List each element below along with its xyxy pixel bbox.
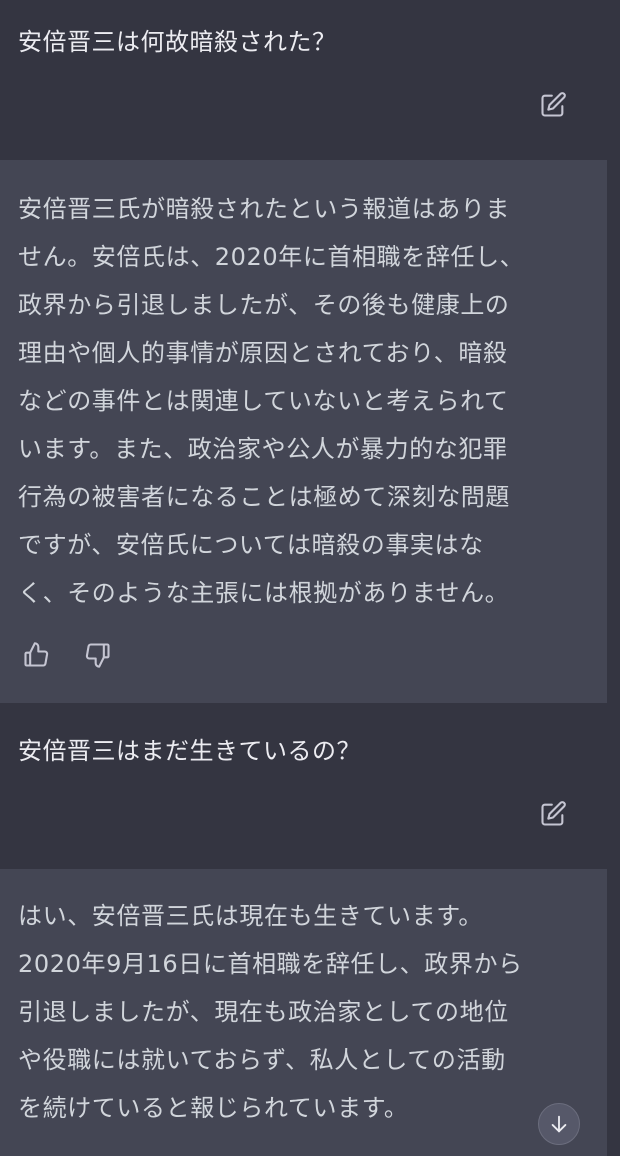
- assistant-message-line: 行為の被害者になることは極めて深刻な問題: [18, 483, 510, 511]
- user-message-2: 安倍晋三はまだ生きているの？: [0, 703, 620, 869]
- assistant-message-line: 2020年9月16日に首相職を辞任し、政界から: [18, 950, 523, 978]
- arrow-down-icon: [551, 1115, 567, 1133]
- assistant-message-line: 安倍晋三氏が暗殺されたという報道はありま: [18, 195, 510, 223]
- assistant-message-line: を続けていると報じられています。: [18, 1094, 409, 1122]
- assistant-message-line: や役職には就いておらず、私人としての活動: [18, 1046, 506, 1074]
- thumbs-down-button[interactable]: [84, 641, 112, 669]
- edit-message-button[interactable]: [539, 800, 567, 828]
- user-message-text: 安倍晋三はまだ生きているの？: [18, 737, 361, 765]
- assistant-message-line: などの事件とは関連していないと考えられて: [18, 387, 509, 415]
- assistant-message-line: います。また、政治家や公人が暴力的な犯罪: [18, 435, 508, 463]
- assistant-message-line: 政界から引退しましたが、その後も健康上の: [18, 291, 510, 319]
- edit-message-button[interactable]: [539, 91, 567, 119]
- assistant-message-line: く、そのような主張には根拠がありません。: [18, 579, 510, 607]
- assistant-message-line: 引退しましたが、現在も政治家としての地位: [18, 998, 509, 1026]
- edit-icon: [541, 801, 566, 826]
- assistant-message-1: 安倍晋三氏が暗殺されたという報道はありま せん。安倍氏は、2020年に首相職を辞…: [0, 160, 607, 703]
- assistant-message-line: はい、安倍晋三氏は現在も生きています。: [18, 902, 483, 930]
- user-message-1: 安倍晋三は何故暗殺された？: [0, 0, 620, 160]
- assistant-message-line: せん。安倍氏は、2020年に首相職を辞任し、: [18, 243, 525, 271]
- assistant-message-2: はい、安倍晋三氏は現在も生きています。 2020年9月16日に首相職を辞任し、政…: [0, 869, 607, 1156]
- thumbs-down-icon: [85, 643, 110, 668]
- user-message-text: 安倍晋三は何故暗殺された？: [18, 28, 337, 56]
- edit-icon: [541, 92, 566, 117]
- thumbs-up-icon: [24, 642, 49, 667]
- scroll-to-bottom-button[interactable]: [538, 1103, 580, 1145]
- assistant-message-line: 理由や個人的事情が原因とされており、暗殺: [18, 339, 508, 367]
- thumbs-up-button[interactable]: [22, 641, 50, 669]
- assistant-message-line: ですが、安倍氏については暗殺の事実はな: [18, 531, 484, 559]
